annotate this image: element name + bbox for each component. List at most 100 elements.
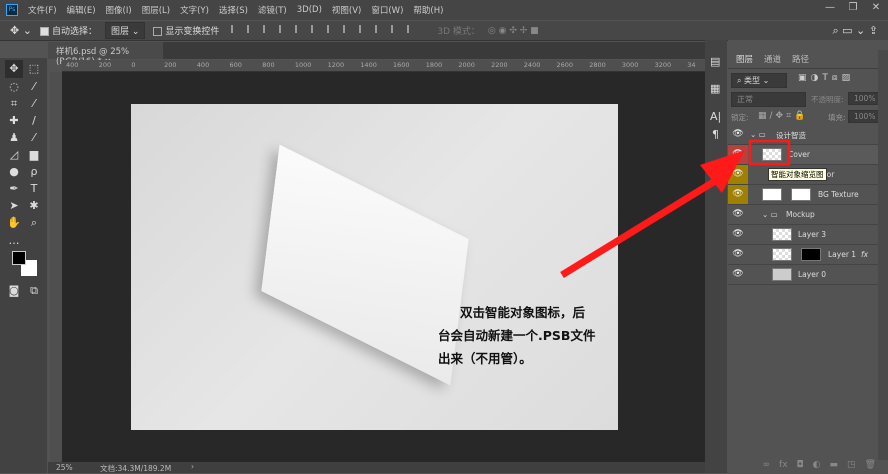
menu-image[interactable]: 图像(I) xyxy=(106,4,132,16)
horizontal-ruler: 400 200 0 200 400 600 800 1000 1200 1400 1600 1800 2… xyxy=(62,60,708,72)
eye-icon[interactable]: 👁 xyxy=(728,165,748,184)
trash-icon[interactable]: 🗑 xyxy=(865,460,876,470)
auto-select-checkbox[interactable]: 自动选择： xyxy=(39,24,97,37)
minimize-button[interactable]: — xyxy=(819,2,841,16)
crop-tool-icon[interactable]: ⌗ xyxy=(5,95,23,113)
auto-select-dropdown[interactable]: 图层 ⌄ xyxy=(104,22,146,39)
blur-tool-icon[interactable]: ● xyxy=(5,163,23,181)
ruler-label: 800 xyxy=(262,61,275,69)
folder-icon[interactable]: ▬ xyxy=(830,460,839,470)
eraser-tool-icon[interactable]: ◿ xyxy=(5,146,23,164)
menu-select[interactable]: 选择(S) xyxy=(219,4,248,16)
menu-edit[interactable]: 编辑(E) xyxy=(67,4,96,16)
quick-mask-icon[interactable]: ◙ xyxy=(5,282,23,300)
blend-mode-dropdown[interactable]: 正常 xyxy=(731,92,806,107)
search-icon[interactable]: ⌕ ▭ ⌄ ⇪ xyxy=(833,24,878,38)
tooltip: 智能对象缩览图 xyxy=(768,168,827,181)
tab-paths[interactable]: 路径 xyxy=(786,50,815,68)
layer-row[interactable]: 👁 ⌄ ▭ Mockup xyxy=(728,205,878,225)
foreground-color[interactable] xyxy=(12,251,26,265)
layer-filter-dropdown[interactable]: ⌕ 类型 ⌄ xyxy=(731,73,787,88)
adjustment-icon[interactable]: ◐ xyxy=(813,460,821,470)
menu-help[interactable]: 帮助(H) xyxy=(413,4,443,16)
layer-row[interactable]: 👁 Cover xyxy=(728,145,878,165)
ruler-label: 2400 xyxy=(523,61,541,69)
menu-file[interactable]: 文件(F) xyxy=(28,4,57,16)
layer-row[interactable]: 👁 Layer 3 xyxy=(728,225,878,245)
status-bar: 25% 文档:34.3M/189.2M › xyxy=(48,462,708,473)
eye-icon[interactable]: 👁 xyxy=(728,205,748,224)
lasso-tool-icon[interactable]: ◌ xyxy=(5,78,23,96)
type-tool-icon[interactable]: T xyxy=(25,180,43,198)
align-buttons[interactable] xyxy=(227,25,419,36)
properties-icon[interactable]: ▦ xyxy=(710,82,720,95)
eye-icon[interactable]: 👁 xyxy=(728,125,748,144)
layer-row[interactable]: 👁 ⌄ ▭ 设计智造 xyxy=(728,125,878,145)
smart-object-thumbnail[interactable] xyxy=(762,148,782,161)
dodge-tool-icon[interactable]: ρ xyxy=(25,163,43,181)
photoshop-logo: Ps xyxy=(6,4,18,16)
move-tool-icon[interactable]: ✥ ⌄ xyxy=(10,24,32,37)
ruler-label: 1400 xyxy=(360,61,377,69)
character-icon[interactable]: A| xyxy=(710,110,721,123)
tab-channels[interactable]: 通道 xyxy=(758,50,787,68)
brush-tool-icon[interactable]: / xyxy=(25,112,43,130)
history-icon[interactable]: ▤ xyxy=(710,55,720,68)
stamp-tool-icon[interactable]: ♟ xyxy=(5,129,23,147)
hand-tool-icon[interactable]: ✋ xyxy=(5,214,23,232)
eye-icon[interactable]: 👁 xyxy=(728,185,748,204)
menu-3d[interactable]: 3D(D) xyxy=(297,5,322,15)
ruler-label: 400 xyxy=(196,61,210,69)
filter-icons[interactable]: ▣◑T⧈▨ xyxy=(798,73,854,83)
ruler-label: 400 xyxy=(66,61,79,69)
ruler-label: 200 xyxy=(164,61,177,69)
eyedropper-icon[interactable]: ⁄ xyxy=(25,95,43,113)
3d-tools-icons[interactable]: ◎ ◉ ✣ ✢ ■ xyxy=(488,26,539,36)
restore-button[interactable]: ❐ xyxy=(842,2,864,16)
eye-icon[interactable]: 👁 xyxy=(728,265,748,284)
show-transform-checkbox[interactable]: 显示变换控件 xyxy=(153,24,219,37)
link-icon[interactable]: ∞ xyxy=(763,460,771,470)
gradient-tool-icon[interactable]: ▆ xyxy=(25,146,43,164)
close-button[interactable]: ✕ xyxy=(865,2,887,16)
paragraph-icon[interactable]: ¶ xyxy=(712,128,719,141)
opacity-label: 不透明度: xyxy=(811,95,844,104)
status-arrow[interactable]: › xyxy=(191,462,194,471)
pen-tool-icon[interactable]: ✒ xyxy=(5,180,23,198)
zoom-tool-icon[interactable]: ⌕ xyxy=(25,214,43,232)
tab-layers[interactable]: 图层 xyxy=(730,50,760,68)
menu-bar: Ps 文件(F) 编辑(E) 图像(I) 图层(L) 文字(Y) 选择(S) 滤… xyxy=(0,0,888,20)
marquee-tool-icon[interactable]: ⬚ xyxy=(25,60,43,78)
menu-type[interactable]: 文字(Y) xyxy=(180,4,209,16)
layer-row[interactable]: 👁 Layer 1 fx xyxy=(728,245,878,265)
auto-select-label: 自动选择： xyxy=(51,27,97,37)
magic-wand-icon[interactable]: ⁄ xyxy=(25,78,43,96)
mask-icon[interactable]: ◘ xyxy=(797,460,804,470)
document-tab[interactable]: 样机6.psd @ 25%(RGB/16) * × xyxy=(48,42,163,67)
zoom-level[interactable]: 25% xyxy=(56,463,73,472)
ruler-label: 1800 xyxy=(425,61,443,69)
eye-icon[interactable]: 👁 xyxy=(728,245,748,264)
layer-row[interactable]: 👁 Layer 0 xyxy=(728,265,878,285)
layers-scrollbar[interactable] xyxy=(878,50,888,460)
eye-icon[interactable]: 👁 xyxy=(728,145,748,164)
fx-icon[interactable]: fx xyxy=(861,250,868,259)
healing-brush-icon[interactable]: ✚ xyxy=(5,112,23,130)
more-tools-icon[interactable]: … xyxy=(5,232,23,250)
layer-thumbnail xyxy=(772,248,792,261)
fx-icon[interactable]: fx xyxy=(779,460,788,470)
menu-layer[interactable]: 图层(L) xyxy=(142,4,170,16)
path-select-icon[interactable]: ➤ xyxy=(5,197,23,215)
shape-tool-icon[interactable]: ✱ xyxy=(25,197,43,215)
screen-mode-icon[interactable]: ⧉ xyxy=(25,282,43,300)
menu-view[interactable]: 视图(V) xyxy=(332,4,361,16)
move-tool-icon[interactable]: ✥ xyxy=(5,60,23,78)
menu-filter[interactable]: 滤镜(T) xyxy=(258,4,287,16)
history-brush-icon[interactable]: ⁄ xyxy=(25,129,43,147)
doc-info: 文档:34.3M/189.2M xyxy=(100,464,172,473)
layer-row[interactable]: 👁 BG Texture xyxy=(728,185,878,205)
menu-window[interactable]: 窗口(W) xyxy=(371,4,403,16)
new-layer-icon[interactable]: ◳ xyxy=(847,460,856,470)
lock-icons[interactable]: ▦/✥⌗🔒 xyxy=(758,111,808,121)
eye-icon[interactable]: 👁 xyxy=(728,225,748,244)
